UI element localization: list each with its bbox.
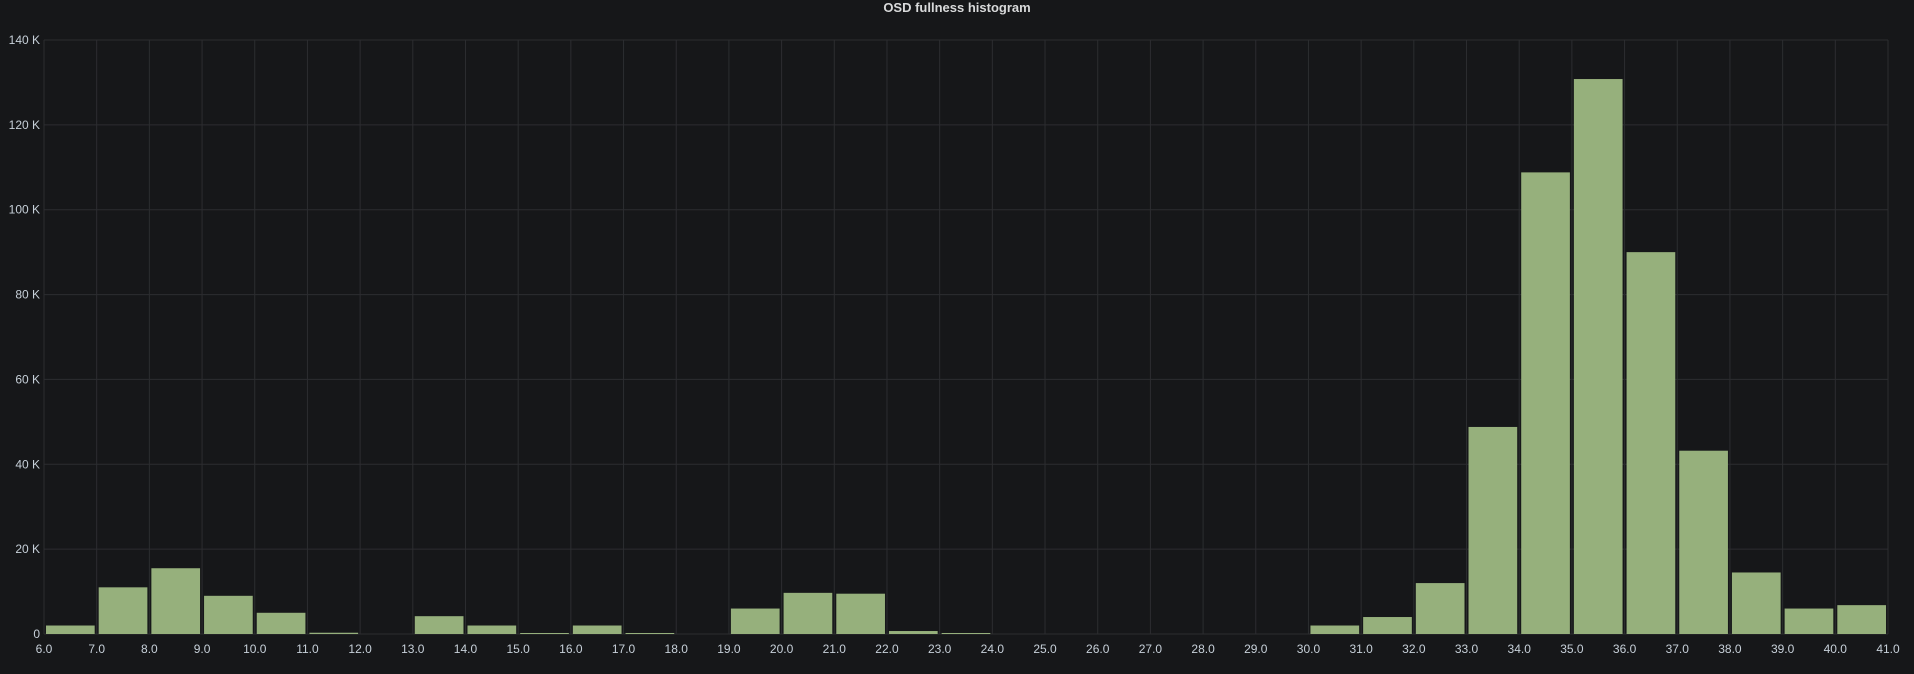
y-tick-label: 120 K [9, 118, 40, 132]
x-tick-label: 27.0 [1139, 642, 1163, 656]
y-tick-label: 80 K [15, 288, 40, 302]
histogram-bar [1363, 617, 1412, 634]
histogram-bar [836, 593, 885, 634]
x-tick-label: 26.0 [1086, 642, 1110, 656]
histogram-bar [1784, 608, 1834, 634]
y-tick-label: 40 K [15, 457, 40, 471]
x-tick-label: 37.0 [1666, 642, 1690, 656]
histogram-bar [204, 595, 253, 634]
histogram-bar [572, 625, 622, 634]
x-tick-label: 17.0 [612, 642, 636, 656]
x-tick-label: 16.0 [559, 642, 583, 656]
histogram-bar [1415, 583, 1465, 634]
x-tick-label: 39.0 [1771, 642, 1795, 656]
x-tick-label: 21.0 [823, 642, 847, 656]
histogram-bar [1679, 450, 1728, 634]
histogram-bar [467, 625, 517, 634]
x-tick-label: 33.0 [1455, 642, 1479, 656]
histogram-bar [941, 633, 991, 634]
x-tick-label: 36.0 [1613, 642, 1637, 656]
histogram-bar [783, 592, 833, 634]
x-tick-label: 12.0 [348, 642, 372, 656]
x-tick-label: 30.0 [1297, 642, 1321, 656]
x-tick-label: 7.0 [88, 642, 105, 656]
bars [46, 79, 1886, 634]
histogram-bar [414, 616, 464, 634]
y-tick-label: 20 K [15, 542, 40, 556]
histogram-bar [625, 633, 675, 634]
x-tick-label: 9.0 [194, 642, 211, 656]
x-tick-label: 40.0 [1824, 642, 1848, 656]
histogram-bar [1731, 572, 1781, 634]
x-tick-label: 10.0 [243, 642, 267, 656]
x-tick-label: 34.0 [1508, 642, 1532, 656]
histogram-bar [888, 631, 938, 634]
x-tick-label: 28.0 [1191, 642, 1215, 656]
y-axis-ticks: 0 20 K 40 K 60 K 80 K 100 K 120 K 140 K [9, 33, 41, 641]
histogram-bar [1521, 172, 1570, 634]
x-axis-ticks: 6.0 7.0 8.0 9.0 10.0 11.0 12.0 13.0 14.0 15.0 16.0… [36, 642, 1900, 656]
histogram-bar [520, 633, 569, 634]
y-tick-label: 100 K [9, 203, 40, 217]
x-tick-label: 20.0 [770, 642, 794, 656]
x-tick-label: 19.0 [717, 642, 741, 656]
histogram-bar [1837, 605, 1886, 634]
histogram-bar [730, 608, 780, 634]
x-tick-label: 38.0 [1718, 642, 1742, 656]
x-tick-label: 18.0 [665, 642, 689, 656]
x-tick-label: 11.0 [296, 642, 319, 656]
histogram-bar [1310, 625, 1360, 634]
histogram-bar [1626, 252, 1676, 634]
x-tick-label: 35.0 [1560, 642, 1584, 656]
x-tick-label: 6.0 [36, 642, 53, 656]
x-tick-label: 15.0 [506, 642, 530, 656]
y-tick-label: 60 K [15, 372, 40, 386]
x-tick-label: 23.0 [928, 642, 952, 656]
x-tick-label: 24.0 [981, 642, 1005, 656]
x-tick-label: 14.0 [454, 642, 478, 656]
histogram-bar [151, 568, 201, 634]
x-tick-label: 29.0 [1244, 642, 1268, 656]
histogram-chart: 0 20 K 40 K 60 K 80 K 100 K 120 K 140 K 6.0 7.0 8… [9, 33, 1900, 656]
histogram-bar [1468, 426, 1518, 634]
histogram-bar [1573, 79, 1623, 634]
histogram-bar [309, 632, 359, 634]
histogram-bar [256, 612, 306, 634]
histogram-panel: OSD fullness histogram 0 20 K 40 K 60 K 80 K… [0, 0, 1914, 674]
x-tick-label: 8.0 [141, 642, 158, 656]
x-tick-label: 32.0 [1402, 642, 1426, 656]
histogram-bar [98, 587, 148, 634]
x-tick-label: 22.0 [875, 642, 899, 656]
x-tick-label: 41.0 [1876, 642, 1900, 656]
x-tick-label: 13.0 [401, 642, 425, 656]
x-tick-label: 31.0 [1349, 642, 1373, 656]
y-tick-label: 140 K [9, 33, 40, 47]
x-tick-label: 25.0 [1033, 642, 1057, 656]
y-tick-label: 0 [33, 627, 40, 641]
histogram-bar [46, 625, 95, 634]
